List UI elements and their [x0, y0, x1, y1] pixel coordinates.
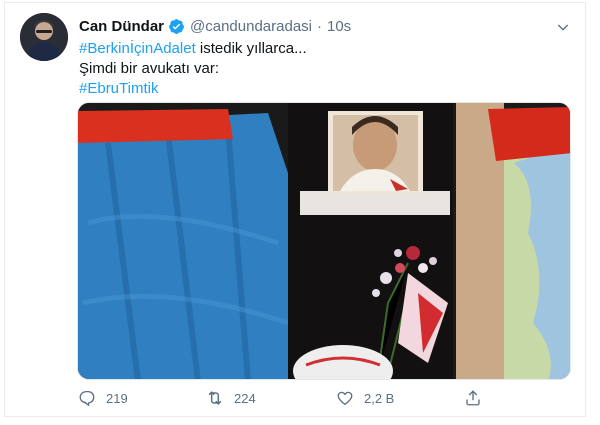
- hashtag-link[interactable]: #BerkinİçinAdalet: [79, 40, 196, 57]
- retweet-button[interactable]: 224: [205, 387, 256, 409]
- reply-icon: [77, 388, 97, 408]
- author-name[interactable]: Can Dündar: [79, 18, 164, 35]
- tweet-photo[interactable]: [77, 102, 571, 380]
- like-count: 2,2 B: [364, 390, 395, 406]
- timestamp[interactable]: 10s: [327, 18, 351, 35]
- share-button[interactable]: [463, 387, 483, 409]
- heart-icon: [335, 388, 355, 408]
- verified-badge-icon: [168, 18, 185, 35]
- tweet-text: #BerkinİçinAdalet istedik yıllarca... Şi…: [79, 39, 571, 99]
- chevron-down-icon[interactable]: [553, 17, 573, 37]
- tweet-header: Can Dündar @candundaradasi · 10s: [79, 15, 573, 37]
- hashtag-link[interactable]: #EbruTimtik: [79, 80, 158, 97]
- tweet-text-line2: Şimdi bir avukatı var:: [79, 60, 220, 77]
- reply-button[interactable]: 219: [77, 387, 128, 409]
- tweet-text-line1: istedik yıllarca...: [199, 40, 307, 57]
- author-handle[interactable]: @candundaradasi: [190, 18, 312, 35]
- separator-dot: ·: [317, 17, 322, 35]
- share-icon: [463, 388, 483, 408]
- tweet-actions: 219 224 2,2 B: [77, 387, 497, 409]
- reply-count: 219: [106, 390, 128, 406]
- retweet-count: 224: [234, 390, 256, 406]
- like-button[interactable]: 2,2 B: [335, 387, 394, 409]
- retweet-icon: [205, 388, 225, 408]
- tweet-card[interactable]: Can Dündar @candundaradasi · 10s #Berkin…: [4, 2, 586, 417]
- photo-scene: [78, 103, 570, 379]
- avatar[interactable]: [20, 13, 68, 61]
